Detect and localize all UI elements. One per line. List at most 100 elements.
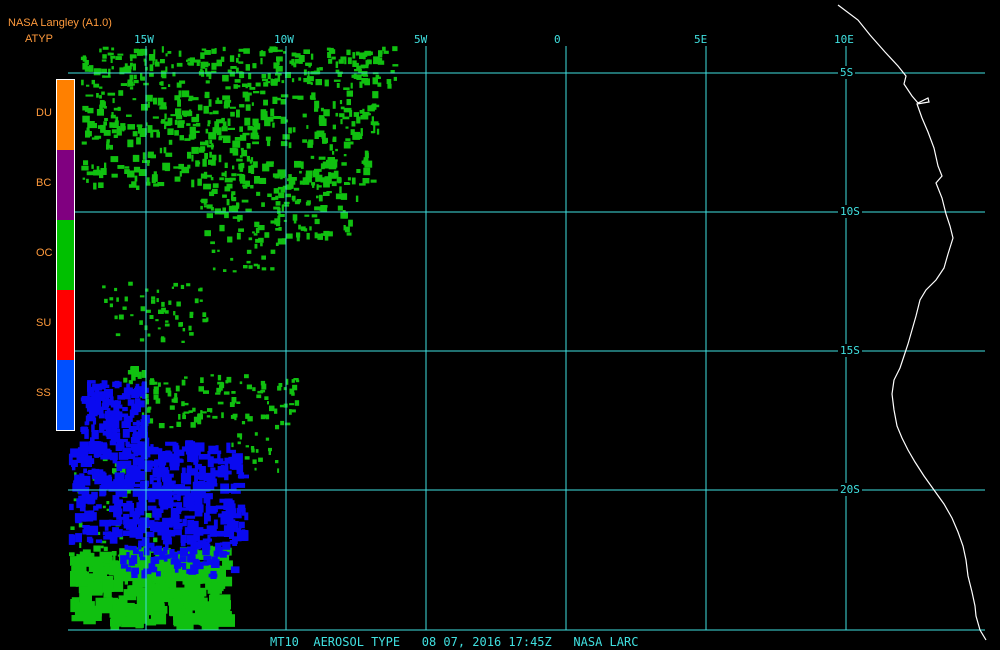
oc-pixel [305, 202, 311, 206]
latitude-label: 15S [838, 344, 862, 357]
oc-pixel [176, 301, 181, 307]
oc-pixel [91, 164, 94, 169]
oc-pixel [237, 53, 241, 58]
ss-pixel [228, 456, 236, 464]
ss-pixel [160, 505, 169, 510]
oc-pixel [289, 60, 294, 64]
oc-pixel [188, 325, 192, 331]
oc-pixel [96, 93, 99, 98]
oc-pixel [252, 161, 258, 168]
oc-pixel [146, 309, 151, 313]
oc-pixel [82, 105, 89, 111]
oc-pixel [222, 194, 227, 198]
oc-pixel [168, 84, 171, 87]
oc-pixel [110, 55, 116, 59]
ss-pixel [208, 445, 218, 454]
oc-pixel [200, 205, 203, 210]
oc-pixel [317, 233, 323, 240]
oc-pixel [250, 170, 255, 174]
ss-pixel [152, 467, 165, 477]
oc-pixel [182, 328, 186, 332]
ss-pixel [188, 501, 195, 505]
oc-pixel [218, 154, 222, 163]
oc-pixel [196, 122, 201, 127]
oc-pixel [180, 595, 199, 604]
ss-pixel [68, 453, 73, 466]
oc-pixel [360, 64, 365, 69]
ss-pixel [95, 539, 103, 543]
ss-pixel [75, 517, 82, 524]
ss-pixel [122, 530, 130, 536]
ss-pixel [192, 560, 201, 566]
oc-pixel [156, 298, 159, 303]
oc-pixel [100, 545, 104, 549]
ss-pixel [203, 493, 213, 500]
oc-pixel [116, 297, 119, 302]
oc-pixel [130, 55, 133, 62]
oc-pixel [245, 445, 249, 448]
oc-pixel [258, 457, 263, 462]
oc-pixel [226, 199, 230, 206]
oc-pixel [314, 218, 320, 225]
oc-pixel [153, 97, 157, 105]
oc-pixel [333, 79, 341, 82]
oc-pixel [332, 124, 336, 130]
oc-pixel [207, 120, 211, 124]
oc-pixel [377, 82, 382, 87]
oc-pixel [294, 160, 302, 168]
oc-pixel [310, 155, 315, 159]
oc-pixel [231, 193, 234, 200]
oc-pixel [180, 284, 185, 289]
oc-pixel [210, 241, 215, 245]
oc-pixel [247, 82, 252, 87]
oc-pixel [147, 125, 153, 133]
oc-pixel [222, 207, 226, 212]
oc-pixel [293, 187, 300, 191]
ss-pixel [213, 519, 218, 529]
oc-pixel [328, 58, 333, 64]
oc-pixel [151, 299, 156, 304]
oc-pixel [207, 63, 210, 66]
oc-pixel [175, 115, 183, 120]
ss-pixel [161, 499, 167, 504]
oc-pixel [129, 66, 132, 73]
oc-pixel [303, 78, 310, 83]
oc-pixel [269, 46, 277, 50]
oc-pixel [216, 59, 222, 67]
oc-pixel [340, 193, 348, 200]
oc-pixel [277, 49, 283, 52]
oc-pixel [210, 159, 216, 166]
ss-pixel [132, 445, 144, 453]
oc-pixel [305, 173, 312, 180]
oc-pixel [109, 144, 113, 150]
oc-pixel [239, 126, 243, 132]
oc-pixel [345, 126, 349, 129]
oc-pixel [224, 170, 227, 178]
oc-pixel [318, 156, 326, 160]
oc-pixel [356, 65, 362, 71]
oc-pixel [153, 386, 159, 390]
oc-pixel [190, 422, 196, 428]
oc-pixel [270, 108, 275, 117]
oc-pixel [117, 53, 124, 56]
oc-pixel [215, 392, 221, 395]
oc-pixel [217, 614, 235, 627]
oc-pixel [158, 423, 165, 429]
ss-pixel [220, 514, 229, 525]
oc-pixel [181, 401, 185, 407]
oc-pixel [159, 106, 167, 110]
oc-pixel [344, 182, 350, 185]
oc-pixel [238, 48, 244, 52]
oc-pixel [309, 226, 312, 231]
oc-pixel [225, 86, 231, 90]
oc-pixel [275, 242, 279, 246]
oc-pixel [227, 127, 235, 130]
oc-pixel [142, 152, 146, 160]
oc-pixel [183, 614, 193, 627]
ss-pixel [215, 530, 227, 537]
ss-pixel [190, 542, 198, 548]
oc-pixel [329, 144, 333, 151]
oc-pixel [331, 181, 337, 187]
oc-pixel [236, 401, 241, 404]
oc-pixel [302, 139, 308, 143]
